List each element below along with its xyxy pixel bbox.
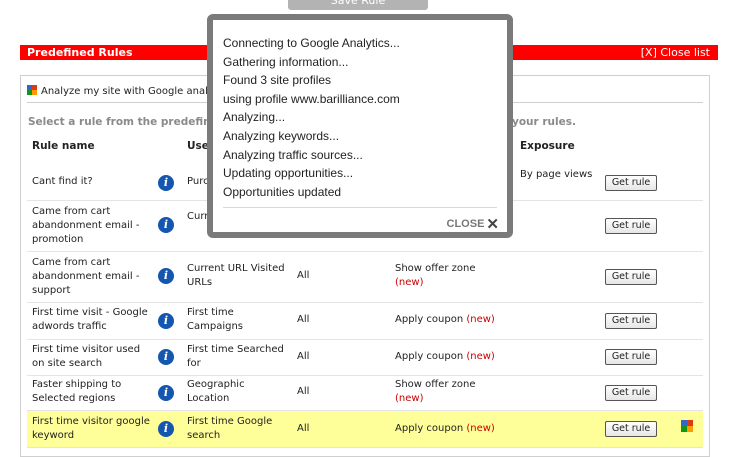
new-link[interactable]: (new) xyxy=(466,314,494,325)
audience: All xyxy=(297,351,310,362)
analytics-progress-dialog: Connecting to Google Analytics... Gather… xyxy=(207,14,513,238)
header-title: Predefined Rules xyxy=(27,46,133,59)
log-line: Gathering information... xyxy=(223,54,349,69)
log-line: Analyzing keywords... xyxy=(223,128,340,143)
analyze-text: Analyze my site with Google analy xyxy=(41,86,214,97)
log-line: Analyzing... xyxy=(223,110,286,125)
info-icon[interactable]: i xyxy=(158,313,174,329)
table-row: First time visit - Google adwords traffi… xyxy=(27,303,703,340)
info-icon[interactable]: i xyxy=(158,268,174,284)
info-icon[interactable]: i xyxy=(158,217,174,233)
log-line: Updating opportunities... xyxy=(223,166,354,181)
new-link[interactable]: (new) xyxy=(466,351,494,362)
close-icon: ✕ xyxy=(486,216,499,233)
new-link[interactable]: (new) xyxy=(466,423,494,434)
close-dialog-button[interactable]: CLOSE ✕ xyxy=(447,215,499,233)
rule-name: Faster shipping to Selected regions xyxy=(32,379,122,404)
info-icon[interactable]: i xyxy=(158,385,174,401)
get-rule-button[interactable]: Get rule xyxy=(605,349,657,365)
table-row: Faster shipping to Selected regions i Ge… xyxy=(27,376,703,411)
column-rule-name: Rule name xyxy=(32,140,95,152)
exposure: By page views xyxy=(520,169,593,180)
table-row: First time visitor used on site search i… xyxy=(27,340,703,376)
audience: All xyxy=(297,270,310,281)
action: Show offer zone (new) xyxy=(395,263,476,288)
rule-name: Came from cart abandonment email - promo… xyxy=(32,206,140,245)
new-link[interactable]: (new) xyxy=(395,393,423,404)
get-rule-button[interactable]: Get rule xyxy=(605,218,657,234)
audience: All xyxy=(297,314,310,325)
log-line: Opportunities updated xyxy=(223,184,342,199)
info-icon[interactable]: i xyxy=(158,175,174,191)
info-icon[interactable]: i xyxy=(158,421,174,437)
get-rule-button[interactable]: Get rule xyxy=(605,385,657,401)
select-rule-hint-end: your rules. xyxy=(512,116,576,128)
user-condition: First time Google search xyxy=(187,416,273,441)
log-line: Found 3 site profiles xyxy=(223,73,332,88)
google-analytics-icon xyxy=(27,85,37,95)
log-line: Analyzing traffic sources... xyxy=(223,147,363,162)
select-rule-hint: Select a rule from the predefined xyxy=(28,116,226,128)
audience: All xyxy=(297,386,310,397)
action: Show offer zone (new) xyxy=(395,379,476,404)
table-row-highlighted: First time visitor google keyword i Firs… xyxy=(27,411,703,448)
progress-log: Connecting to Google Analytics... Gather… xyxy=(223,34,400,201)
user-condition: First time Searched for xyxy=(187,344,284,369)
user-condition: Current URL Visited URLs xyxy=(187,263,285,288)
user-condition: First time Campaigns xyxy=(187,307,244,332)
rule-name: First time visit - Google adwords traffi… xyxy=(32,307,148,332)
get-rule-button[interactable]: Get rule xyxy=(605,175,657,191)
table-row: Came from cart abandonment email - suppo… xyxy=(27,252,703,303)
rule-name: Cant find it? xyxy=(32,176,93,187)
close-list-link[interactable]: [X] Close list xyxy=(641,45,710,60)
audience: All xyxy=(297,423,310,434)
new-link[interactable]: (new) xyxy=(395,277,423,288)
action: Apply coupon (new) xyxy=(395,351,495,362)
rule-name: First time visitor google keyword xyxy=(32,416,150,441)
get-rule-button[interactable]: Get rule xyxy=(605,269,657,285)
user-condition: Geographic Location xyxy=(187,379,245,404)
rule-name: First time visitor used on site search xyxy=(32,344,141,369)
info-icon[interactable]: i xyxy=(158,349,174,365)
get-rule-button[interactable]: Get rule xyxy=(605,313,657,329)
get-rule-button[interactable]: Get rule xyxy=(605,421,657,437)
save-rule-button[interactable]: Save Rule xyxy=(288,0,428,10)
close-label: CLOSE xyxy=(446,218,485,230)
log-line: using profile www.barilliance.com xyxy=(223,91,400,106)
log-line: Connecting to Google Analytics... xyxy=(223,36,400,50)
column-exposure: Exposure xyxy=(520,140,575,152)
action: Apply coupon (new) xyxy=(395,423,495,434)
rule-name: Came from cart abandonment email - suppo… xyxy=(32,257,140,296)
action: Apply coupon (new) xyxy=(395,314,495,325)
dialog-divider xyxy=(223,207,497,208)
google-analytics-icon xyxy=(681,420,693,432)
